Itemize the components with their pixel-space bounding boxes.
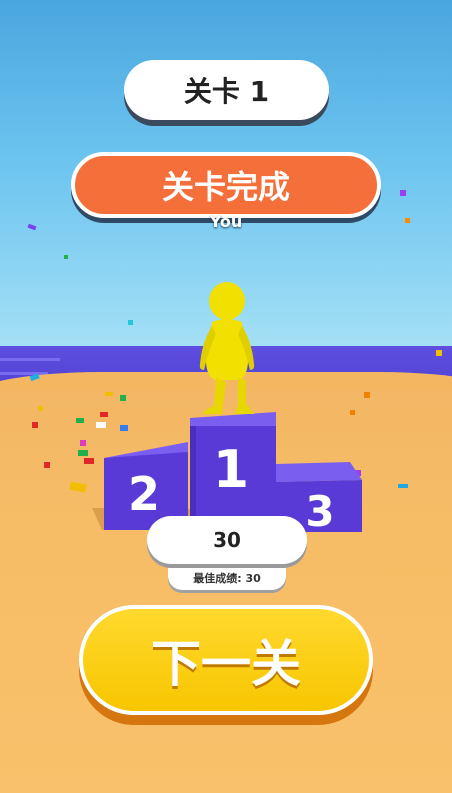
- best-score-text: 最佳成绩: 30: [193, 572, 261, 585]
- level-label: 关卡 1: [183, 75, 270, 108]
- next-level-label: 下一关: [151, 635, 301, 693]
- best-score-badge: 最佳成绩: 30: [168, 560, 286, 590]
- score-display: 30: [147, 516, 307, 564]
- next-level-button[interactable]: 下一关: [79, 605, 373, 715]
- score-value: 30: [213, 528, 241, 552]
- level-complete-banner: 关卡完成: [71, 152, 381, 218]
- level-indicator: 关卡 1: [124, 60, 329, 120]
- level-complete-text: 关卡完成: [161, 168, 290, 206]
- player-name-label: You: [209, 212, 243, 231]
